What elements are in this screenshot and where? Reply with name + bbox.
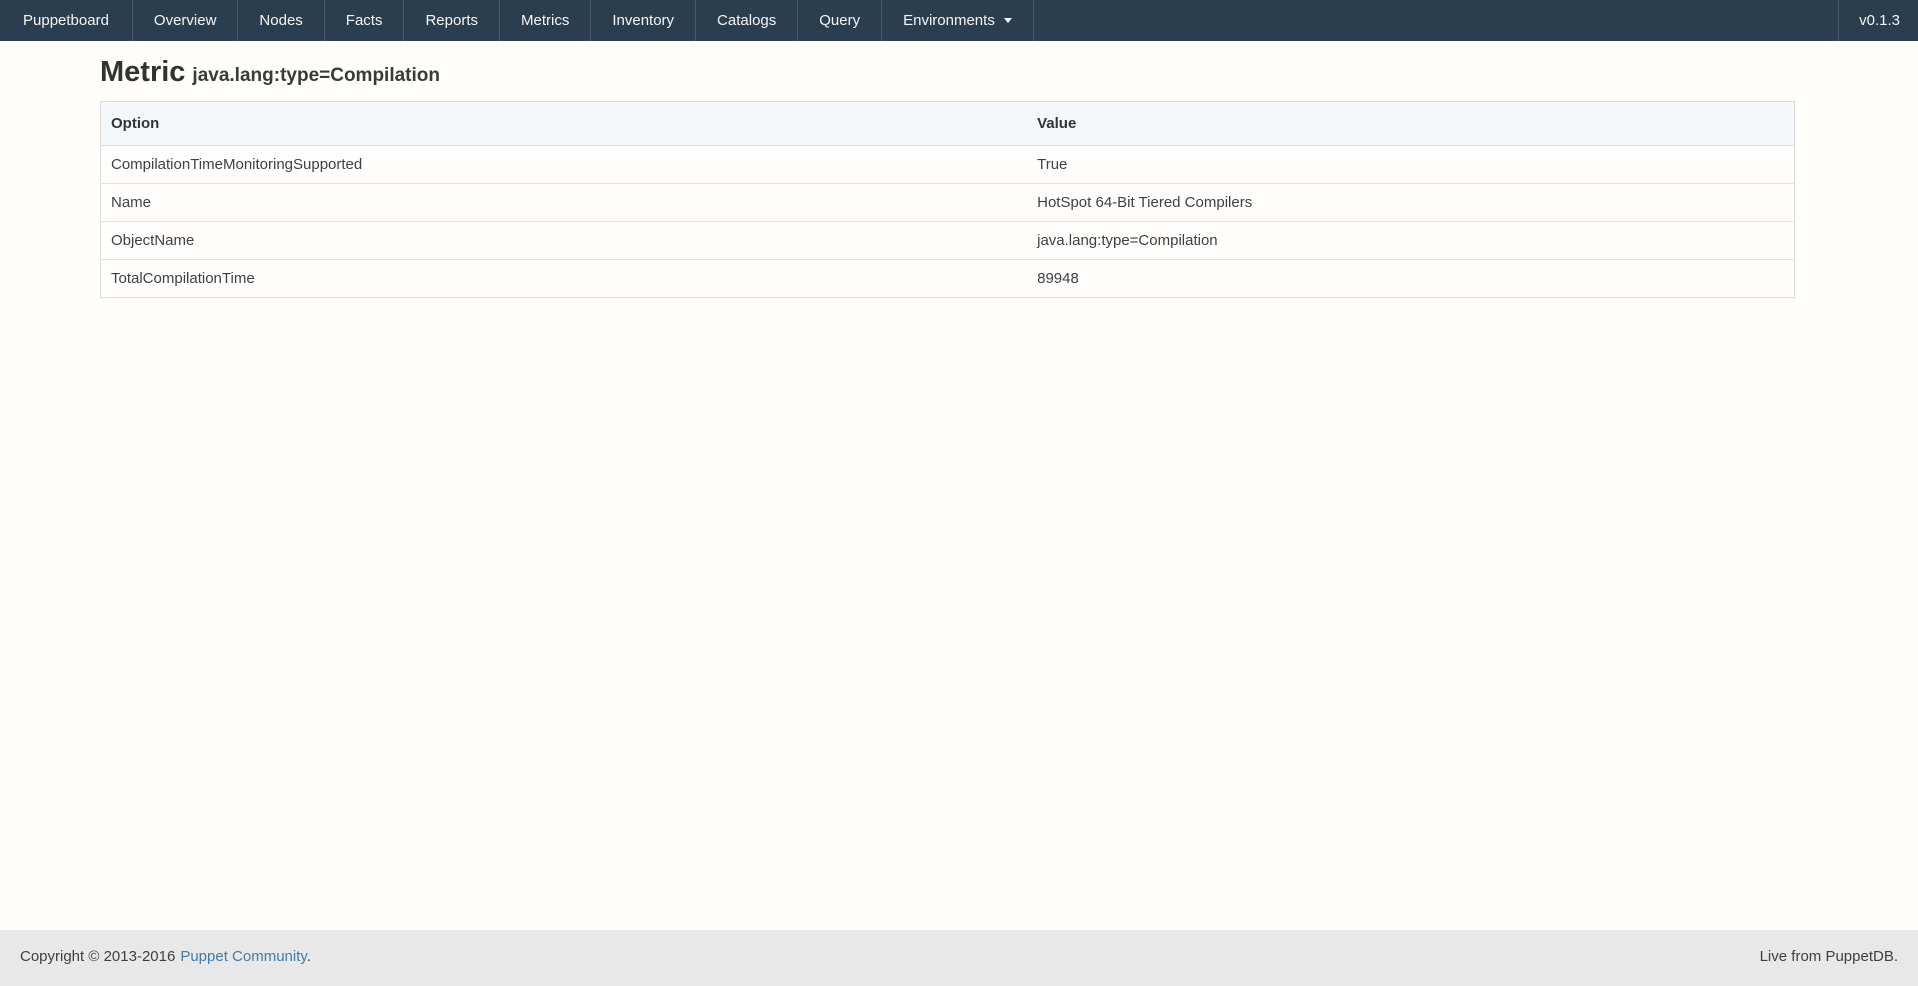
table-row: ObjectName java.lang:type=Compilation <box>101 222 1795 260</box>
main-content: Metric java.lang:type=Compilation Option … <box>0 41 1918 930</box>
puppetdb-status-text: Live from PuppetDB. <box>1760 948 1898 965</box>
metric-table: Option Value CompilationTimeMonitoringSu… <box>100 101 1795 298</box>
nav-item-inventory[interactable]: Inventory <box>591 0 696 41</box>
environments-dropdown[interactable]: Environments <box>882 0 1034 41</box>
nav-item-metrics[interactable]: Metrics <box>500 0 591 41</box>
table-header-row: Option Value <box>101 102 1795 146</box>
metric-name-subtitle: java.lang:type=Compilation <box>192 65 440 86</box>
environments-dropdown-label: Environments <box>903 12 995 29</box>
nav-item-query[interactable]: Query <box>798 0 882 41</box>
column-header-option: Option <box>101 102 1028 146</box>
value-cell: HotSpot 64-Bit Tiered Compilers <box>1027 184 1794 222</box>
caret-down-icon <box>1004 18 1012 23</box>
value-cell: True <box>1027 146 1794 184</box>
column-header-value: Value <box>1027 102 1794 146</box>
table-row: CompilationTimeMonitoringSupported True <box>101 146 1795 184</box>
option-cell: ObjectName <box>101 222 1028 260</box>
table-row: Name HotSpot 64-Bit Tiered Compilers <box>101 184 1795 222</box>
option-cell: CompilationTimeMonitoringSupported <box>101 146 1028 184</box>
value-cell: 89948 <box>1027 260 1794 298</box>
copyright-text: Copyright © 2013-2016 Puppet Community. <box>20 948 311 965</box>
footer: Copyright © 2013-2016 Puppet Community. L… <box>0 930 1918 986</box>
navbar: Puppetboard Overview Nodes Facts Reports… <box>0 0 1918 41</box>
copyright-prefix: Copyright © 2013-2016 <box>20 948 175 965</box>
option-cell: TotalCompilationTime <box>101 260 1028 298</box>
brand-puppetboard[interactable]: Puppetboard <box>0 0 133 41</box>
nav-item-overview[interactable]: Overview <box>133 0 239 41</box>
navbar-spacer <box>1034 0 1838 41</box>
nav-item-reports[interactable]: Reports <box>404 0 500 41</box>
nav-item-catalogs[interactable]: Catalogs <box>696 0 798 41</box>
puppet-community-link[interactable]: Puppet Community <box>180 948 306 965</box>
table-row: TotalCompilationTime 89948 <box>101 260 1795 298</box>
page-title: Metric java.lang:type=Compilation <box>100 56 1795 89</box>
version-label: v0.1.3 <box>1838 0 1918 41</box>
page-title-text: Metric <box>100 56 185 88</box>
value-cell: java.lang:type=Compilation <box>1027 222 1794 260</box>
nav-item-facts[interactable]: Facts <box>325 0 405 41</box>
nav-item-nodes[interactable]: Nodes <box>238 0 324 41</box>
copyright-suffix: . <box>307 948 311 965</box>
option-cell: Name <box>101 184 1028 222</box>
